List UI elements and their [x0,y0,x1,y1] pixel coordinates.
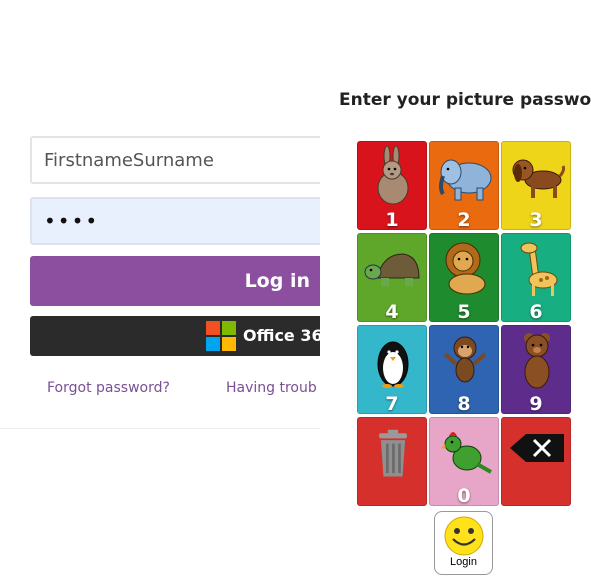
elephant-icon [439,159,492,201]
tile-digit: 5 [457,301,471,322]
having-trouble-link[interactable]: Having troub [226,380,317,396]
login-label: Login [450,556,477,568]
tile-6-giraffe[interactable]: 6 [501,233,571,322]
backspace-icon [510,434,564,462]
tile-9-bear[interactable]: 9 [501,325,571,414]
office-365-button[interactable]: Office 365 [30,316,320,356]
tile-digit: 0 [457,485,471,506]
trash-can-icon [379,429,407,477]
tile-0-parrot[interactable]: 0 [429,417,499,506]
log-in-button[interactable]: Log in [30,256,320,306]
tile-4-tortoise[interactable]: 4 [357,233,427,322]
tile-clear-trash[interactable] [357,417,427,506]
tile-1-rabbit[interactable]: 1 [357,141,427,230]
tile-digit: 2 [457,209,471,230]
tile-2-elephant[interactable]: 2 [429,141,499,230]
microsoft-logo-icon [206,321,236,351]
tile-digit: 9 [529,393,543,414]
tile-digit: 4 [385,301,399,322]
forgot-password-link[interactable]: Forgot password? [47,380,170,396]
monkey-icon [443,336,487,383]
penguin-icon [377,341,409,388]
tile-digit: 1 [385,209,399,230]
tile-5-lion[interactable]: 5 [429,233,499,322]
tile-8-monkey[interactable]: 8 [429,325,499,414]
tile-backspace[interactable] [501,417,571,506]
login-form: Log in Office 365 Forgot password? Havin… [0,0,320,578]
username-input[interactable] [30,136,320,184]
rabbit-icon [377,146,409,205]
smiley-face-icon [444,516,484,556]
tile-digit: 8 [457,393,471,414]
password-input[interactable] [30,197,320,245]
picture-login-button[interactable]: Login [434,511,493,575]
tile-7-penguin[interactable]: 7 [357,325,427,414]
picture-password-title: Enter your picture password [339,90,591,110]
tile-digit: 3 [529,209,543,230]
parrot-icon [441,432,492,474]
tile-digit: 6 [529,301,543,322]
divider [0,428,320,429]
tile-digit: 7 [385,393,399,414]
lion-icon [445,242,486,295]
tortoise-icon [364,253,420,286]
tile-3-dog[interactable]: 3 [501,141,571,230]
office-365-label: Office 365 [243,326,320,345]
dog-icon [512,159,566,198]
bear-icon [524,333,550,389]
giraffe-icon [520,242,558,296]
